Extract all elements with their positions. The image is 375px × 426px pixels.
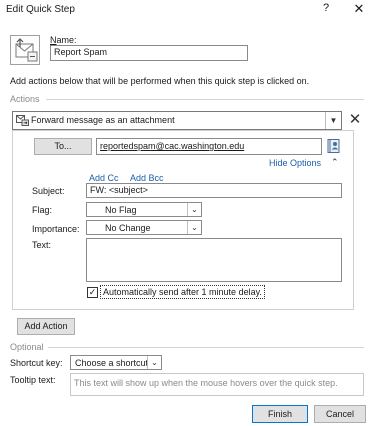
tooltip-text-input[interactable]: This text will show up when the mouse ho…	[70, 373, 364, 396]
importance-label: Importance:	[32, 224, 80, 234]
action-dropdown[interactable]: Forward message as an attachment ▼	[12, 111, 342, 130]
cancel-button[interactable]: Cancel	[314, 405, 366, 423]
subject-input[interactable]: FW: <subject>	[86, 183, 342, 198]
subject-label: Subject:	[32, 186, 65, 196]
name-label: Name:	[50, 35, 77, 45]
tooltip-text-label: Tooltip text:	[10, 375, 56, 385]
help-icon: ?	[322, 2, 330, 14]
importance-select[interactable]: No Change ⌄	[86, 220, 202, 235]
auto-send-checkbox[interactable]: ✓	[87, 287, 98, 298]
chevron-up-icon[interactable]: ⌃	[331, 157, 339, 168]
shortcut-key-label: Shortcut key:	[10, 358, 63, 368]
close-icon: ✕	[348, 111, 362, 128]
shortcut-key-select[interactable]: Choose a shortcut ⌄	[70, 355, 162, 370]
chevron-down-icon[interactable]: ⌄	[147, 356, 161, 369]
close-button[interactable]: ✕	[350, 1, 368, 19]
delete-action-button[interactable]: ✕	[348, 111, 362, 130]
flag-value: No Flag	[105, 205, 137, 215]
actions-section-label: Actions	[10, 94, 40, 104]
forward-attachment-icon	[16, 115, 29, 126]
flag-select[interactable]: No Flag ⌄	[86, 202, 202, 217]
importance-value: No Change	[105, 223, 151, 233]
name-input[interactable]: Report Spam	[50, 45, 248, 61]
optional-section-label: Optional	[10, 342, 44, 352]
chevron-down-icon[interactable]: ⌄	[187, 203, 201, 216]
close-icon: ✕	[353, 1, 365, 16]
chevron-down-icon[interactable]: ▼	[325, 112, 341, 129]
flag-label: Flag:	[32, 205, 53, 215]
intro-text: Add actions below that will be performed…	[10, 76, 310, 86]
address-book-icon[interactable]	[326, 138, 342, 154]
finish-button[interactable]: Finish	[252, 405, 308, 423]
add-action-button[interactable]: Add Action	[17, 318, 75, 335]
window-title: Edit Quick Step	[6, 4, 75, 15]
help-button[interactable]: ?	[318, 2, 334, 20]
optional-divider	[48, 347, 364, 348]
to-field[interactable]: reportedspam@cac.washington.edu	[96, 138, 322, 155]
auto-send-label[interactable]: Automatically send after 1 minute delay.	[100, 285, 265, 299]
recipient-address: reportedspam@cac.washington.edu	[100, 141, 245, 151]
add-bcc-link[interactable]: Add Bcc	[130, 173, 164, 183]
quick-step-icon	[15, 38, 38, 62]
action-label: Forward message as an attachment	[31, 115, 175, 125]
text-label: Text:	[32, 240, 52, 250]
hide-options-link[interactable]: Hide Options	[269, 158, 321, 168]
to-button[interactable]: To...	[34, 138, 92, 155]
quick-step-icon-button[interactable]	[10, 35, 40, 65]
chevron-down-icon[interactable]: ⌄	[187, 221, 201, 234]
actions-divider	[46, 99, 364, 100]
text-area[interactable]	[86, 238, 342, 282]
add-cc-link[interactable]: Add Cc	[89, 173, 119, 183]
shortcut-key-value: Choose a shortcut	[75, 358, 149, 368]
